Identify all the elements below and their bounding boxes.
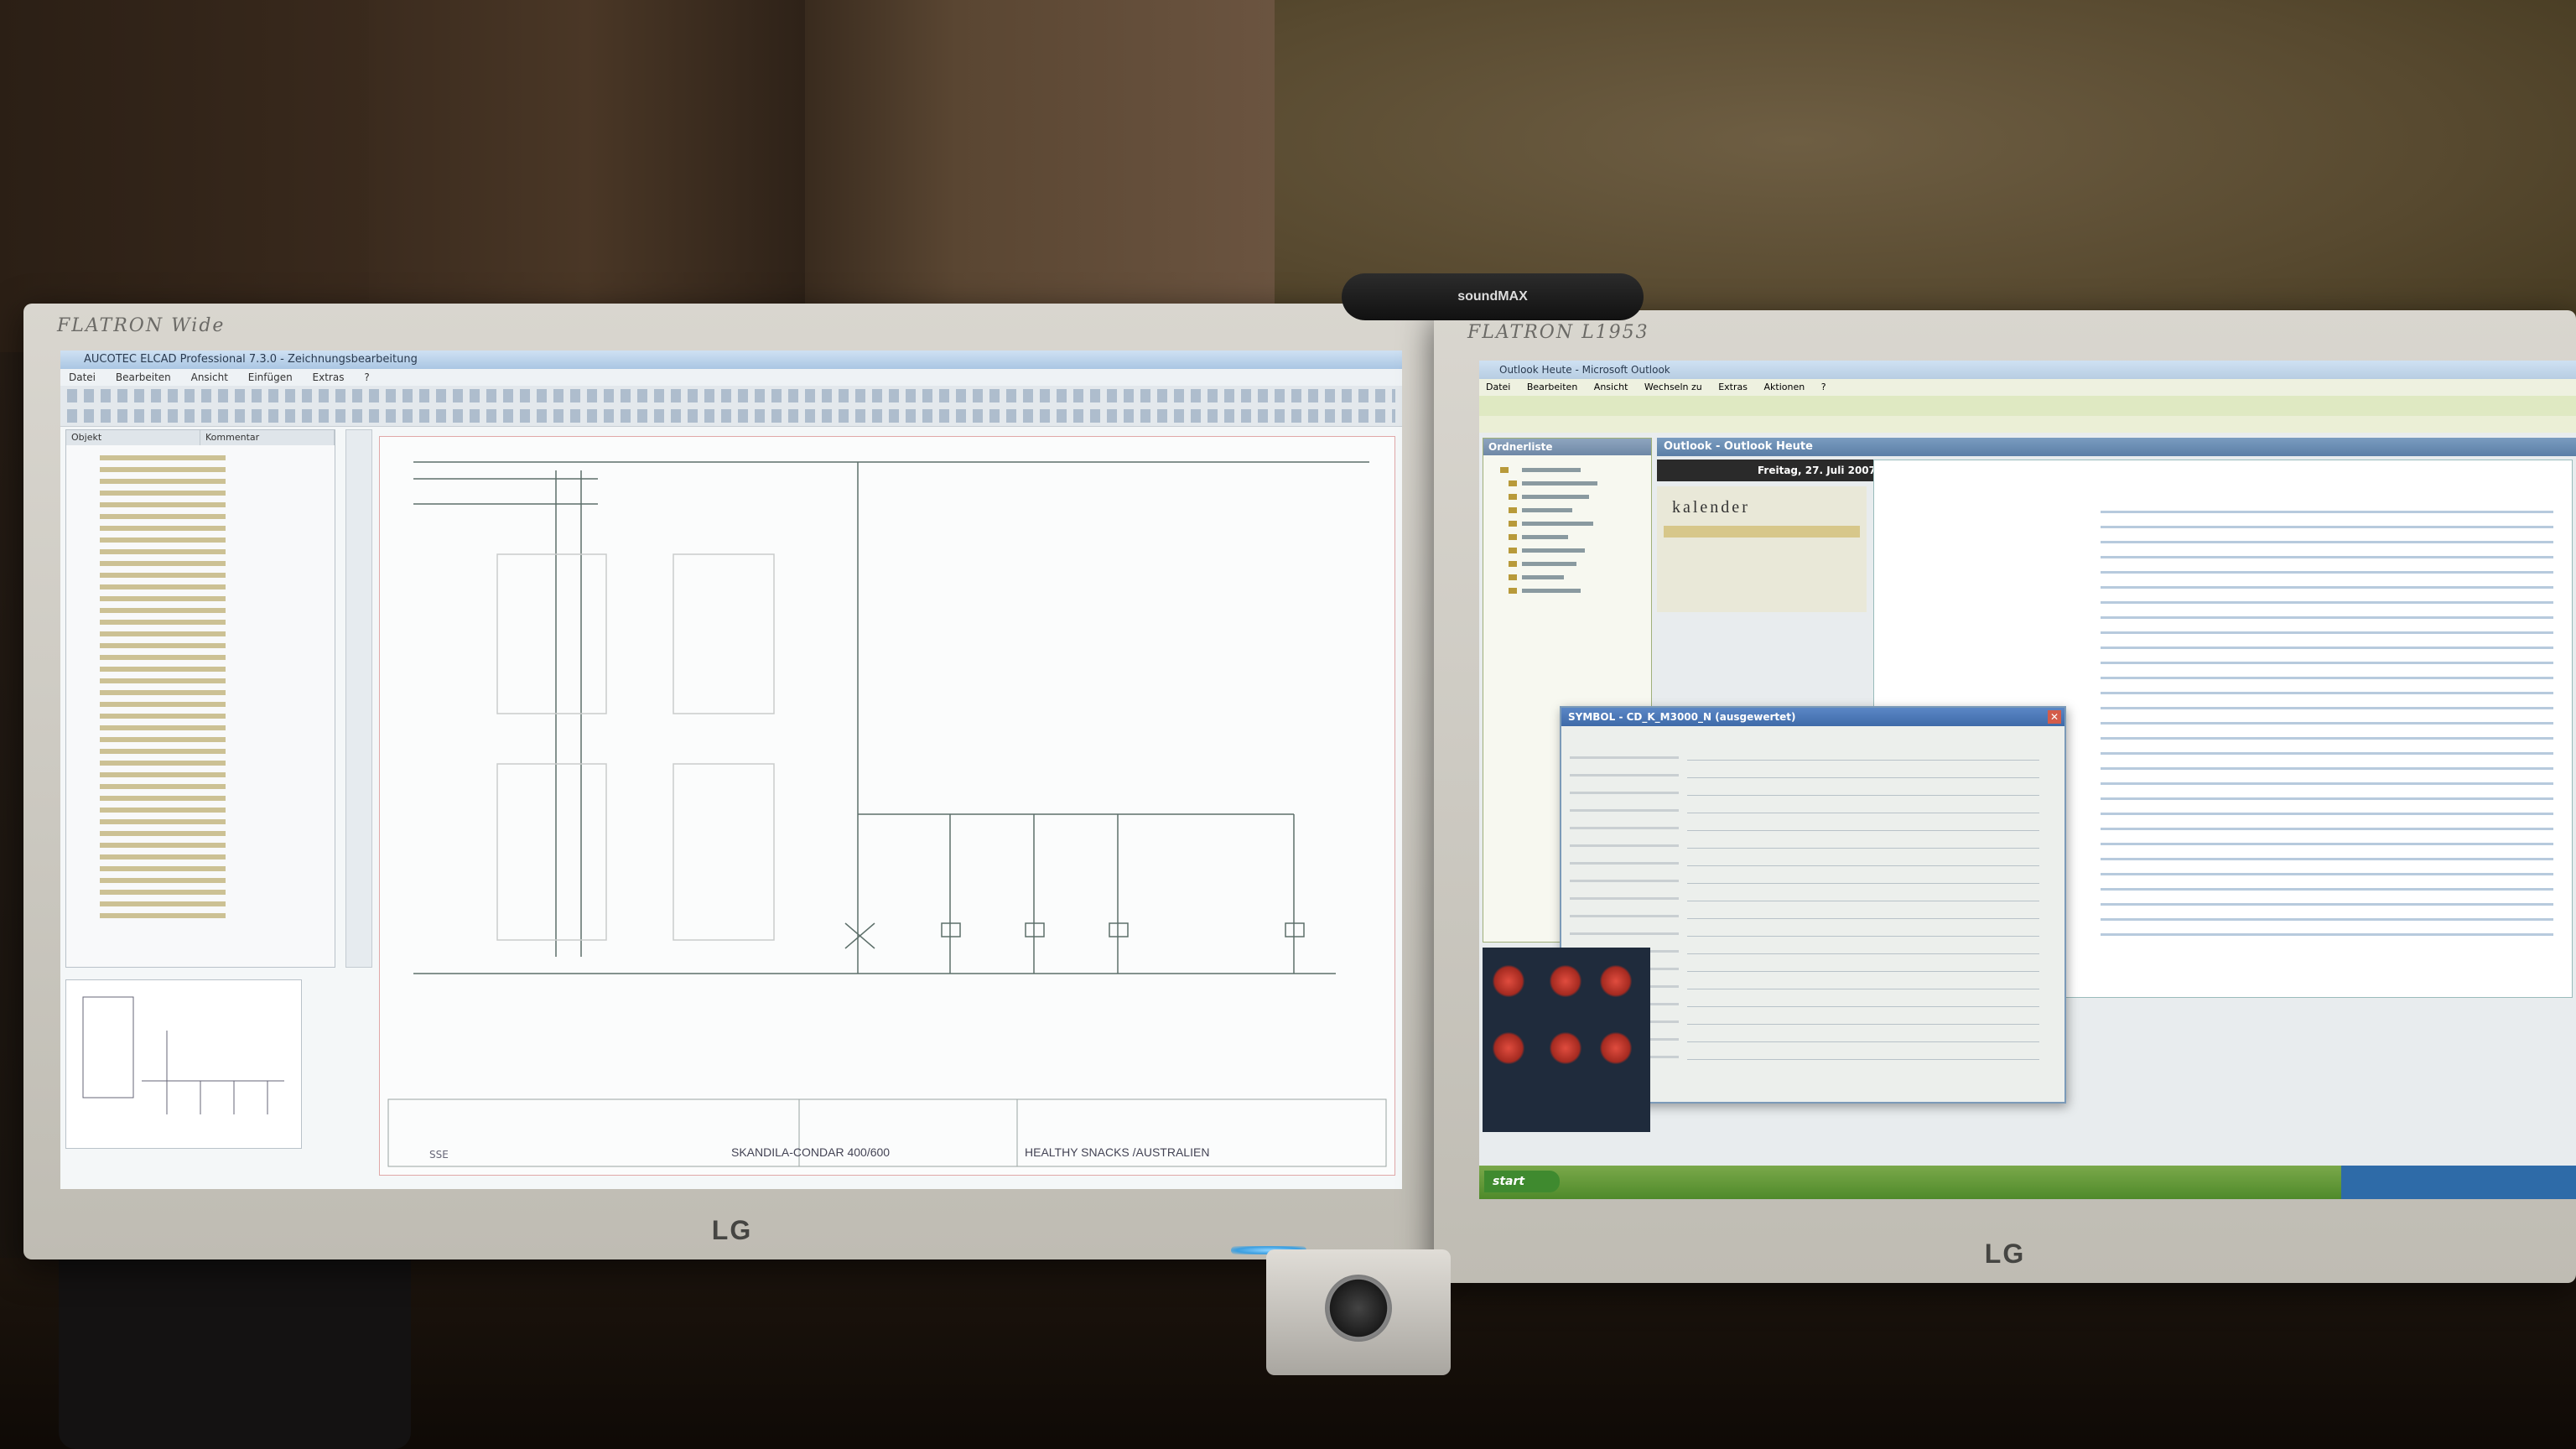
- tree-column-comment[interactable]: Kommentar: [200, 430, 335, 445]
- folder-tree: [1500, 467, 1597, 594]
- dialog-fields[interactable]: [1687, 750, 2039, 1060]
- menu-item-ansicht[interactable]: Ansicht: [1594, 382, 1628, 392]
- elcad-title-bar: AUCOTEC ELCAD Professional 7.3.0 - Zeich…: [60, 351, 1402, 369]
- menu-item-einfuegen[interactable]: Einfügen: [248, 371, 293, 383]
- outlook-title-bar: Outlook Heute - Microsoft Outlook: [1479, 361, 2576, 379]
- sheet-project: HEALTHY SNACKS /AUSTRALIEN: [1025, 1145, 1210, 1159]
- menu-item-help[interactable]: ?: [1821, 382, 1826, 392]
- outlook-toolbar-2[interactable]: [1479, 416, 2576, 433]
- left-monitor-logo: LG: [711, 1215, 753, 1245]
- close-icon[interactable]: ✕: [2048, 710, 2061, 724]
- calendar-panel[interactable]: kalender: [1657, 486, 1867, 612]
- menu-item-help[interactable]: ?: [364, 371, 369, 383]
- speaker-center: [1266, 1249, 1451, 1375]
- drive-list[interactable]: [2101, 511, 2553, 947]
- outlook-today-header: Outlook - Outlook Heute: [1657, 438, 2576, 456]
- toolbar-icons: [67, 409, 1395, 423]
- elcad-shortcut-icon[interactable]: [1600, 1031, 1632, 1065]
- elcad-toolbar-2[interactable]: [60, 406, 1402, 427]
- start-button[interactable]: start: [1484, 1171, 1560, 1192]
- toolbar-icons: [67, 389, 1395, 402]
- preview-schematic: [82, 996, 284, 1114]
- elcad-menu-bar: Datei Bearbeiten Ansicht Einfügen Extras…: [60, 369, 1402, 386]
- calendar-label: kalender: [1672, 498, 1750, 517]
- calendar-entry[interactable]: [1664, 526, 1860, 538]
- left-monitor-brand: FLATRON Wide: [57, 315, 226, 336]
- tree-header: Objekt Kommentar: [66, 430, 335, 445]
- wooden-door: [369, 0, 805, 319]
- left-monitor: FLATRON Wide AUCOTEC ELCAD Professional …: [23, 304, 1441, 1259]
- elcad-shortcut-icon[interactable]: [1550, 964, 1581, 998]
- system-tray[interactable]: [2341, 1166, 2576, 1199]
- schematic-lines: [387, 461, 1387, 1167]
- menu-item-extras[interactable]: Extras: [313, 371, 345, 383]
- dialog-title: SYMBOL - CD_K_M3000_N (ausgewertet): [1561, 708, 2064, 726]
- menu-item-aktionen[interactable]: Aktionen: [1764, 382, 1805, 392]
- webcam: soundMAX: [1342, 273, 1644, 320]
- schematic-drawing[interactable]: [379, 436, 1395, 1176]
- right-monitor-brand: FLATRON L1953: [1467, 322, 1649, 343]
- sheet-preview[interactable]: [65, 979, 302, 1149]
- elcad-shortcut-icon[interactable]: [1493, 1031, 1524, 1065]
- taskbar: start: [1479, 1166, 2576, 1199]
- elcad-shortcut-icon[interactable]: [1600, 964, 1632, 998]
- outlook-menu-bar: Datei Bearbeiten Ansicht Wechseln zu Ext…: [1479, 379, 2576, 396]
- tree-items[interactable]: [100, 455, 226, 925]
- object-tree[interactable]: Objekt Kommentar: [65, 429, 335, 968]
- elcad-shortcut-icon[interactable]: [1550, 1031, 1581, 1065]
- right-screen: Outlook Heute - Microsoft Outlook Datei …: [1479, 361, 2576, 1199]
- right-monitor-logo: LG: [1984, 1239, 2026, 1269]
- right-monitor: FLATRON L1953 Outlook Heute - Microsoft …: [1434, 310, 2576, 1283]
- left-screen: AUCOTEC ELCAD Professional 7.3.0 - Zeich…: [60, 351, 1402, 1189]
- sheet-title: SKANDILA-CONDAR 400/600: [731, 1145, 891, 1159]
- tree-column-object[interactable]: Objekt: [66, 430, 200, 445]
- menu-item-bearbeiten[interactable]: Bearbeiten: [116, 371, 171, 383]
- vertical-toolbar[interactable]: [345, 429, 372, 968]
- menu-item-datei[interactable]: Datei: [1486, 382, 1510, 392]
- sheet-code: SSE: [429, 1149, 449, 1161]
- menu-item-ansicht[interactable]: Ansicht: [191, 371, 228, 383]
- menu-item-datei[interactable]: Datei: [69, 371, 96, 383]
- elcad-toolbar-1[interactable]: [60, 386, 1402, 407]
- desktop-icons: [1483, 948, 1650, 1132]
- speaker-cone: [1325, 1275, 1392, 1342]
- menu-item-bearbeiten[interactable]: Bearbeiten: [1527, 382, 1577, 392]
- outlook-toolbar[interactable]: [1479, 396, 2576, 416]
- folder-pane-title: Ordnerliste: [1483, 439, 1651, 455]
- menu-item-wechseln[interactable]: Wechseln zu: [1644, 382, 1702, 392]
- elcad-shortcut-icon[interactable]: [1493, 964, 1524, 998]
- menu-item-extras[interactable]: Extras: [1718, 382, 1748, 392]
